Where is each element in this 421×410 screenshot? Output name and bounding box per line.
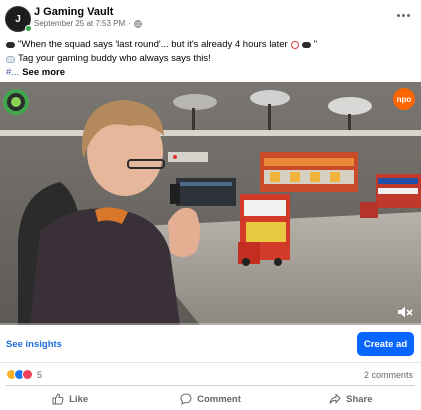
create-ad-button[interactable]: Create ad	[357, 332, 414, 356]
avatar-initial: J	[15, 13, 21, 25]
caption-line-2: Tag your gaming buddy who always says th…	[6, 52, 416, 66]
divider	[0, 362, 421, 363]
post-timestamp[interactable]: September 25 at 7:53 PM	[34, 19, 125, 28]
post-actions: Like Comment Share	[0, 388, 421, 410]
broadcaster-badge: npo	[393, 88, 415, 110]
badge-logo-icon	[3, 89, 29, 115]
video-player[interactable]: npo	[0, 82, 421, 325]
more-dot	[406, 13, 410, 17]
more-options-button[interactable]	[395, 10, 411, 20]
caption-text-1: "When the squad says 'last round'... but…	[18, 39, 288, 50]
video-progress-bar[interactable]	[0, 323, 421, 325]
comments-count-link[interactable]: 2 comments	[364, 370, 413, 380]
comment-icon	[180, 393, 192, 405]
share-button[interactable]: Share	[281, 388, 421, 410]
more-horizontal-icon	[396, 13, 400, 17]
love-reaction-icon	[22, 369, 33, 380]
online-status-dot	[25, 25, 32, 32]
caption-line-1: "When the squad says 'last round'... but…	[6, 38, 416, 52]
volume-muted-icon[interactable]	[397, 305, 413, 319]
lego-fire-truck	[238, 194, 290, 266]
reaction-count: 5	[37, 369, 43, 380]
globe-icon	[134, 19, 142, 28]
caption-line-3: #... See more	[6, 66, 416, 80]
speech-bubble-icon	[6, 55, 15, 63]
post-card: J J Gaming Vault September 25 at 7:53 PM…	[0, 0, 421, 410]
comment-button[interactable]: Comment	[140, 388, 280, 410]
comment-label: Comment	[197, 393, 241, 405]
like-label: Like	[69, 393, 89, 405]
post-meta: September 25 at 7:53 PM ·	[34, 19, 142, 28]
more-dot	[401, 13, 405, 17]
closing-quote: "	[313, 39, 318, 50]
see-more-link[interactable]: See more	[22, 66, 65, 80]
video-frame: npo	[0, 82, 421, 325]
share-label: Share	[346, 393, 373, 405]
video-game-icon	[6, 42, 15, 48]
caption-text-2: Tag your gaming buddy who always says th…	[18, 53, 211, 64]
svg-text:npo: npo	[397, 95, 412, 104]
divider	[6, 385, 415, 386]
reaction-summary[interactable]: 5	[6, 369, 42, 380]
lego-station	[260, 152, 358, 192]
meta-separator: ·	[128, 19, 131, 28]
see-insights-link[interactable]: See insights	[6, 339, 62, 350]
alarm-clock-icon	[290, 41, 299, 49]
page-name-link[interactable]: J Gaming Vault	[34, 6, 113, 18]
share-arrow-icon	[329, 393, 341, 404]
hashtag-link[interactable]: #...	[6, 66, 19, 80]
thumbs-up-icon	[52, 393, 64, 405]
like-button[interactable]: Like	[0, 388, 140, 410]
video-game-icon	[301, 42, 311, 48]
post-caption: "When the squad says 'last round'... but…	[6, 38, 416, 80]
